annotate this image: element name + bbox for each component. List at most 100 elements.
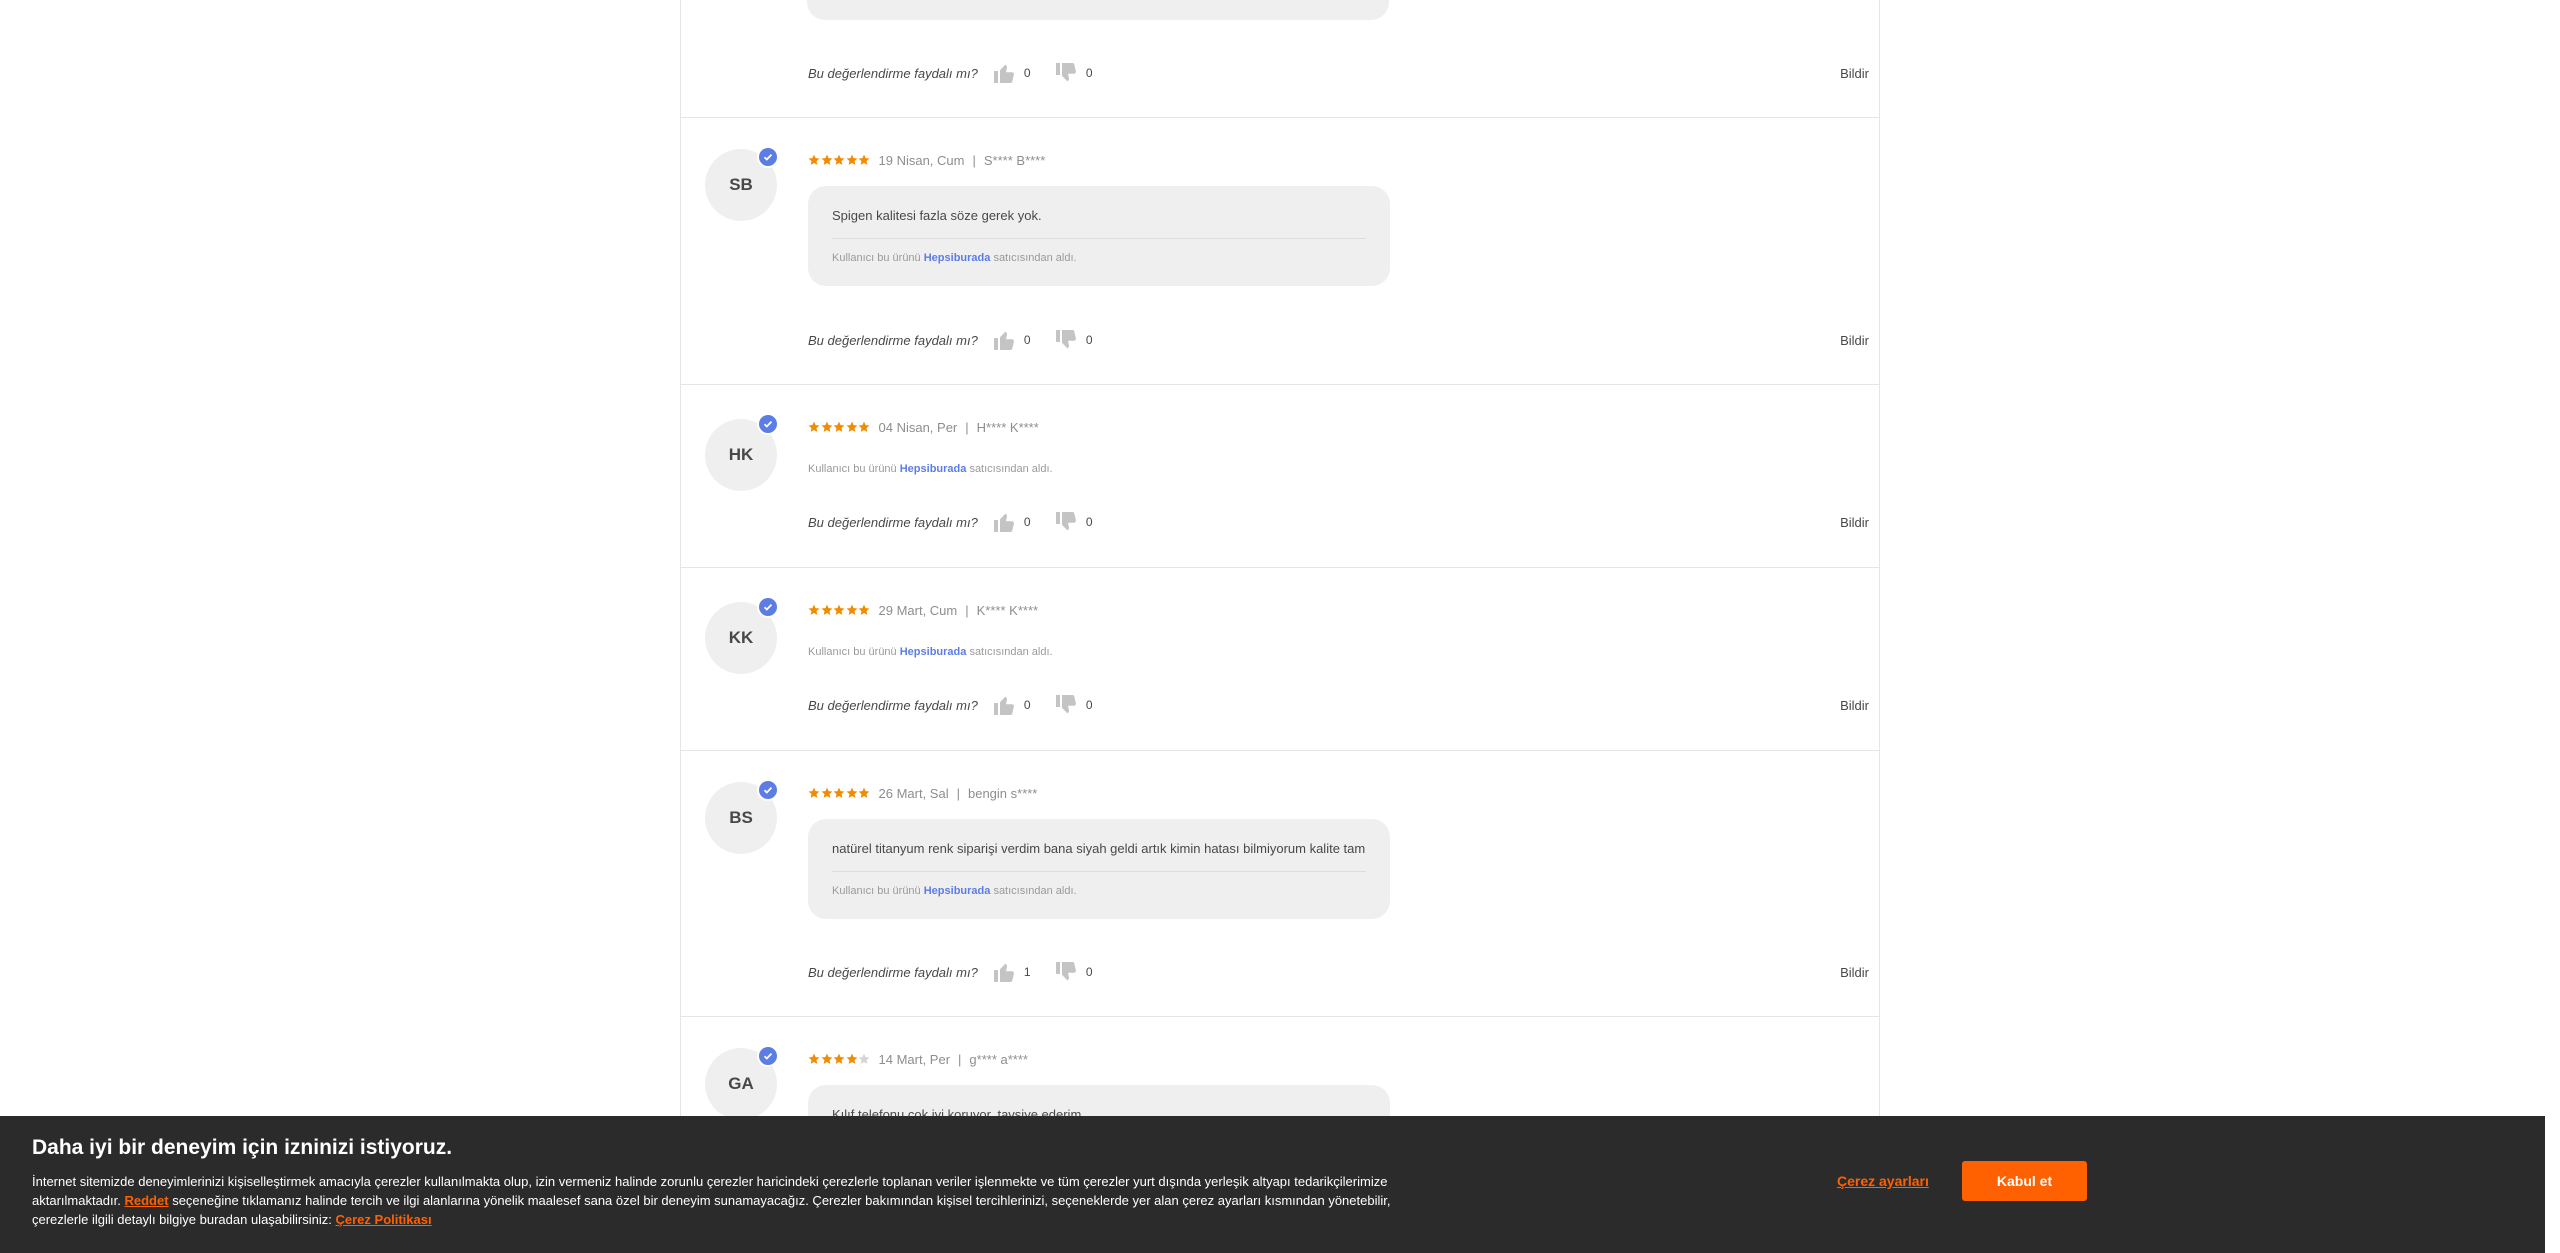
- meta-separator: |: [958, 1051, 962, 1067]
- review-comment-bubble: Spigen kalitesi fazla söze gerek yok. Ku…: [808, 186, 1390, 286]
- review-comment-bubble: [807, 0, 1389, 20]
- star-rating: [808, 787, 871, 799]
- report-link[interactable]: Bildir: [1840, 515, 1869, 530]
- star-empty-icon: [858, 1053, 870, 1064]
- seller-link[interactable]: Hepsiburada: [900, 646, 967, 658]
- review-date: 26 Mart, Sal: [878, 785, 949, 801]
- avatar-initials: BS: [729, 808, 753, 827]
- star-filled-icon: [833, 421, 845, 432]
- star-filled-icon: [821, 154, 832, 165]
- review-meta: 29 Mart, Cum | K**** K****: [808, 602, 1038, 618]
- like-count: 1: [1023, 965, 1031, 979]
- reviewer-name: S**** B****: [983, 152, 1046, 168]
- star-filled-icon: [833, 154, 845, 165]
- reject-cookies-link[interactable]: Reddet: [125, 1193, 169, 1208]
- like-button[interactable]: 0: [992, 328, 1034, 352]
- star-filled-icon: [858, 787, 870, 798]
- helpful-row: Bu değerlendirme faydalı mı? 0 0: [808, 61, 1116, 85]
- like-count: 0: [1023, 66, 1031, 80]
- star-filled-icon: [821, 421, 832, 432]
- dislike-button[interactable]: 0: [1054, 328, 1096, 352]
- review-comment: Spigen kalitesi fazla söze gerek yok.: [832, 208, 1042, 223]
- star-filled-icon: [808, 1053, 820, 1064]
- reviewer-name: g**** a****: [969, 1051, 1028, 1067]
- thumbs-down-icon: [1055, 695, 1076, 714]
- helpful-row: Bu değerlendirme faydalı mı? 0 0: [808, 510, 1116, 534]
- star-filled-icon: [833, 604, 845, 615]
- seller-link[interactable]: Hepsiburada: [924, 252, 991, 264]
- like-count: 0: [1023, 515, 1031, 529]
- cookie-consent-banner: Daha iyi bir deneyim için izninizi istiy…: [0, 1116, 2545, 1253]
- meta-separator: |: [972, 152, 976, 168]
- report-link[interactable]: Bildir: [1840, 66, 1869, 81]
- avatar-initials: KK: [728, 628, 754, 647]
- review-date: 14 Mart, Per: [878, 1051, 951, 1067]
- seller-info: Kullanıcı bu ürünü Hepsiburada satıcısın…: [832, 252, 1077, 264]
- dislike-button[interactable]: 0: [1054, 693, 1096, 717]
- review-item: SB 19 Nisan, Cum | S**** B**** Spigen ka…: [681, 118, 1879, 385]
- avatar-initials: HK: [728, 445, 754, 464]
- review-item: BS 26 Mart, Sal | bengin s**** natürel t…: [681, 751, 1879, 1017]
- meta-separator: |: [965, 602, 969, 618]
- star-filled-icon: [808, 154, 820, 165]
- cookie-banner-text: İnternet sitemizde deneyimlerinizi kişis…: [32, 1174, 1391, 1227]
- dislike-count: 0: [1085, 333, 1093, 347]
- thumbs-up-icon: [993, 963, 1014, 982]
- reviewer-name: K**** K****: [976, 602, 1039, 618]
- seller-info: Kullanıcı bu ürünü Hepsiburada satıcısın…: [808, 646, 1053, 658]
- star-rating: [808, 604, 871, 616]
- star-filled-icon: [846, 604, 857, 615]
- dislike-count: 0: [1085, 515, 1093, 529]
- avatar-initials: SB: [729, 175, 753, 194]
- star-filled-icon: [821, 787, 832, 798]
- reviews-list: Bu değerlendirme faydalı mı? 0 0 Bildir …: [680, 0, 1880, 1253]
- verified-badge-icon: [757, 1045, 779, 1067]
- dislike-count: 0: [1085, 965, 1093, 979]
- report-link[interactable]: Bildir: [1840, 698, 1869, 713]
- cookie-settings-link[interactable]: Çerez ayarları: [1837, 1173, 1929, 1189]
- star-filled-icon: [808, 421, 820, 432]
- star-filled-icon: [846, 421, 857, 432]
- like-count: 0: [1023, 698, 1031, 712]
- star-filled-icon: [833, 787, 845, 798]
- review-comment-bubble: natürel titanyum renk siparişi verdim ba…: [808, 819, 1390, 919]
- dislike-button[interactable]: 0: [1054, 61, 1096, 85]
- accept-cookies-button[interactable]: Kabul et: [1962, 1161, 2087, 1201]
- thumbs-up-icon: [993, 331, 1014, 350]
- seller-link[interactable]: Hepsiburada: [924, 885, 991, 897]
- like-count: 0: [1023, 333, 1031, 347]
- like-button[interactable]: 1: [992, 960, 1034, 984]
- thumbs-down-icon: [1055, 962, 1076, 981]
- cookie-policy-link[interactable]: Çerez Politikası: [336, 1212, 432, 1227]
- review-meta: 14 Mart, Per | g**** a****: [808, 1051, 1028, 1067]
- report-link[interactable]: Bildir: [1840, 965, 1869, 980]
- review-meta: 26 Mart, Sal | bengin s****: [808, 785, 1037, 801]
- like-button[interactable]: 0: [992, 61, 1034, 85]
- thumbs-up-icon: [993, 696, 1014, 715]
- helpful-question: Bu değerlendirme faydalı mı?: [808, 65, 978, 81]
- verified-badge-icon: [757, 779, 779, 801]
- review-date: 04 Nisan, Per: [878, 419, 958, 435]
- dislike-count: 0: [1085, 66, 1093, 80]
- star-filled-icon: [808, 787, 820, 798]
- helpful-question: Bu değerlendirme faydalı mı?: [808, 964, 978, 980]
- thumbs-up-icon: [993, 64, 1014, 83]
- star-filled-icon: [821, 604, 832, 615]
- dislike-button[interactable]: 0: [1054, 510, 1096, 534]
- verified-badge-icon: [757, 413, 779, 435]
- review-date: 19 Nisan, Cum: [878, 152, 965, 168]
- dislike-button[interactable]: 0: [1054, 960, 1096, 984]
- star-filled-icon: [846, 787, 857, 798]
- verified-badge-icon: [757, 146, 779, 168]
- star-rating: [808, 154, 871, 166]
- seller-link[interactable]: Hepsiburada: [900, 463, 967, 475]
- helpful-question: Bu değerlendirme faydalı mı?: [808, 332, 978, 348]
- bubble-divider: [832, 238, 1366, 239]
- dislike-count: 0: [1085, 698, 1093, 712]
- helpful-question: Bu değerlendirme faydalı mı?: [808, 514, 978, 530]
- star-filled-icon: [846, 1053, 857, 1064]
- like-button[interactable]: 0: [992, 693, 1034, 717]
- like-button[interactable]: 0: [992, 510, 1034, 534]
- thumbs-up-icon: [993, 513, 1014, 532]
- report-link[interactable]: Bildir: [1840, 333, 1869, 348]
